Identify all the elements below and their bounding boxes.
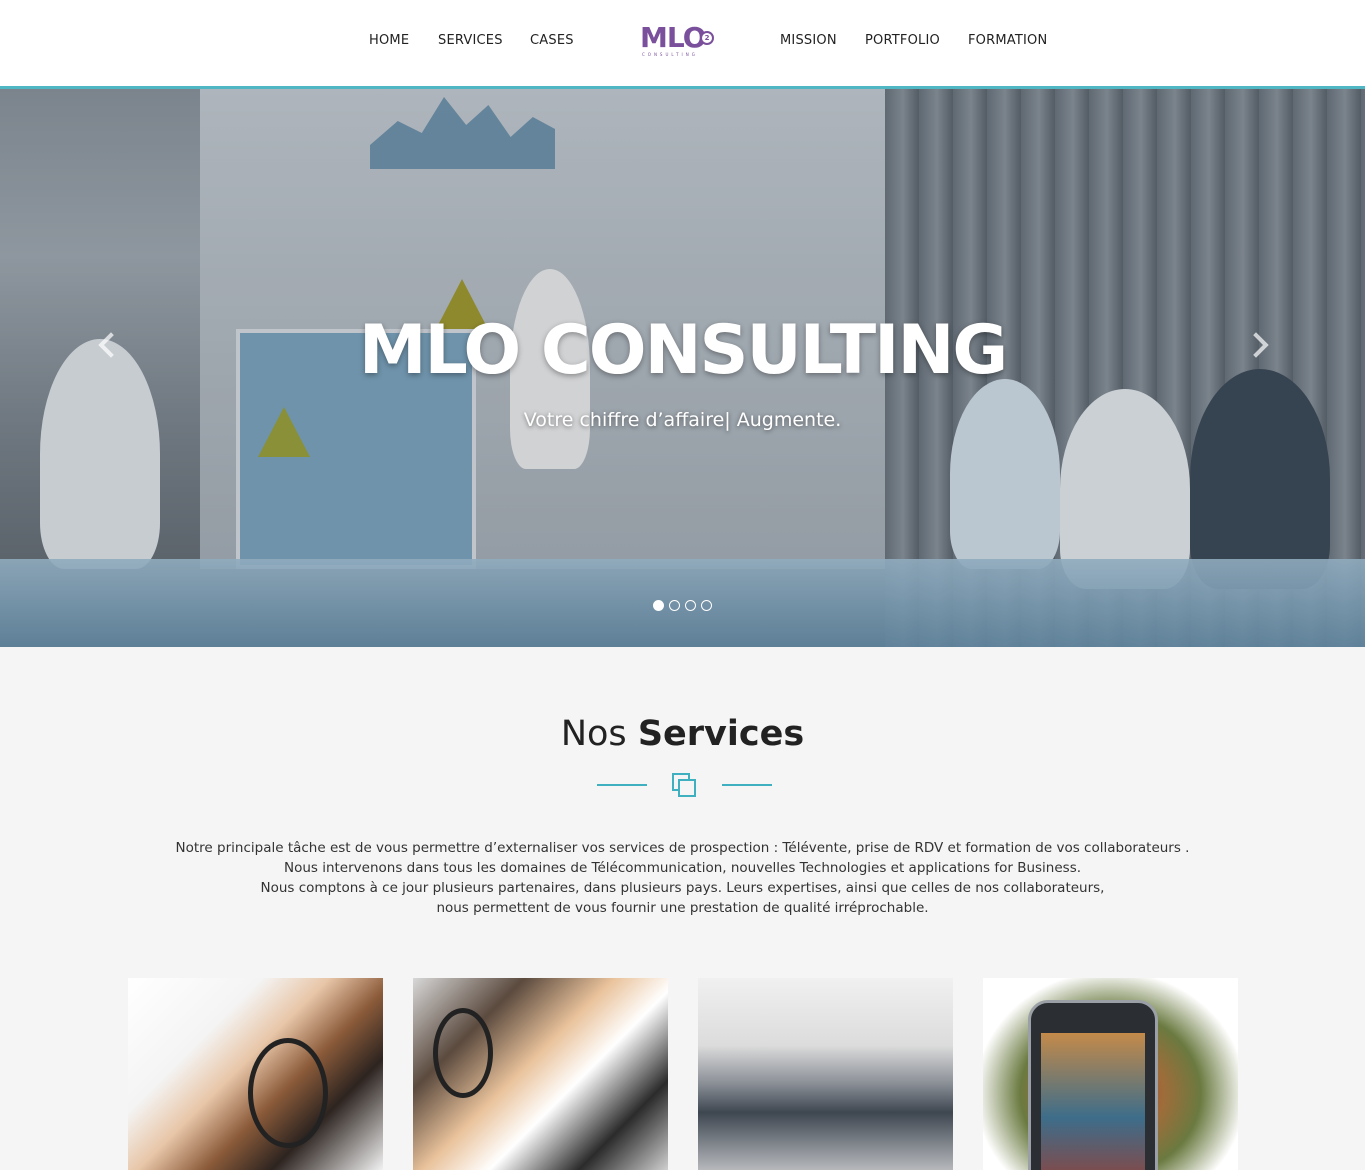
service-card-televente[interactable]: [128, 978, 383, 1170]
logo-text: MLO: [640, 21, 707, 54]
slider-next-arrow-icon[interactable]: [1243, 325, 1275, 365]
copy-icon: [672, 773, 698, 799]
nav-home[interactable]: HOME: [369, 33, 409, 48]
description-line: Nous comptons à ce jour plusieurs parten…: [260, 880, 1105, 896]
slider-pagination: [653, 600, 712, 611]
nav-portfolio[interactable]: PORTFOLIO: [865, 33, 940, 48]
nav-formation[interactable]: FORMATION: [968, 33, 1047, 48]
site-header: HOME SERVICES CASES MLO 2 CONSULTING MIS…: [0, 0, 1365, 89]
service-card-rdv[interactable]: [413, 978, 668, 1170]
nav-mission[interactable]: MISSION: [780, 33, 837, 48]
description-line: nous permettent de vous fournir une pres…: [436, 900, 929, 916]
brand-logo[interactable]: MLO 2 CONSULTING: [640, 21, 714, 58]
services-description: Notre principale tâche est de vous perme…: [100, 838, 1265, 918]
nav-cases[interactable]: CASES: [530, 33, 574, 48]
slider-dot-3[interactable]: [685, 600, 696, 611]
slider-dot-1[interactable]: [653, 600, 664, 611]
slider-prev-arrow-icon[interactable]: [92, 325, 124, 365]
divider-line-right: [722, 784, 772, 786]
description-line: Nous intervenons dans tous les domaines …: [283, 860, 1082, 876]
hero-title: MLO CONSULTING: [358, 311, 1008, 390]
headset-graphic: [433, 1008, 493, 1098]
logo-badge: 2: [700, 31, 714, 45]
service-card-office[interactable]: [698, 978, 953, 1170]
hero-subtitle: Votre chiffre d’affaire| Augmente.: [523, 409, 842, 431]
description-line: Notre principale tâche est de vous perme…: [175, 840, 1190, 856]
logo-subtitle: CONSULTING: [642, 52, 698, 57]
services-title-bold: Services: [637, 714, 805, 754]
service-card-mobile[interactable]: [983, 978, 1238, 1170]
divider-line-left: [597, 784, 647, 786]
slider-dot-2[interactable]: [669, 600, 680, 611]
hero-slider: MLO CONSULTING Votre chiffre d’affaire| …: [0, 89, 1365, 647]
nav-services[interactable]: SERVICES: [438, 33, 503, 48]
phone-graphic: [1028, 1000, 1158, 1170]
slider-dot-4[interactable]: [701, 600, 712, 611]
service-image-office: [698, 978, 953, 1170]
services-title: Nos Services: [0, 714, 1365, 754]
services-title-light: Nos: [560, 714, 627, 754]
headset-graphic: [248, 1038, 328, 1148]
